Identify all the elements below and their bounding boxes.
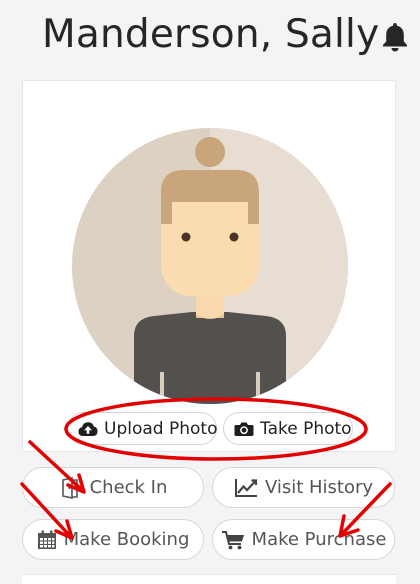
client-profile-page: Manderson, Sally Upload Photo Take Photo… <box>0 0 420 584</box>
shopping-cart-icon <box>221 530 244 549</box>
line-chart-icon <box>234 478 258 497</box>
cloud-upload-icon <box>78 421 98 436</box>
make-booking-button[interactable]: Make Booking <box>22 519 204 560</box>
calendar-icon <box>37 530 56 549</box>
person-avatar <box>72 128 348 404</box>
next-section-card <box>22 574 396 584</box>
page-title: Manderson, Sally <box>42 12 380 57</box>
bell-icon[interactable] <box>380 20 410 54</box>
check-in-button[interactable]: Check In <box>22 467 204 508</box>
make-booking-label: Make Booking <box>63 529 190 550</box>
profile-card: Upload Photo Take Photo <box>22 80 396 452</box>
visit-history-label: Visit History <box>264 477 374 498</box>
upload-photo-label: Upload Photo <box>104 418 218 439</box>
visit-history-button[interactable]: Visit History <box>212 467 395 508</box>
take-photo-button[interactable]: Take Photo <box>223 412 353 445</box>
header: Manderson, Sally <box>0 0 420 70</box>
upload-photo-button[interactable]: Upload Photo <box>67 412 217 445</box>
make-purchase-label: Make Purchase <box>251 529 387 550</box>
camera-icon <box>234 422 254 436</box>
check-in-label: Check In <box>89 477 168 498</box>
door-icon <box>61 476 78 499</box>
take-photo-label: Take Photo <box>260 418 352 439</box>
make-purchase-button[interactable]: Make Purchase <box>212 519 395 560</box>
photo-actions: Upload Photo Take Photo <box>63 412 363 446</box>
